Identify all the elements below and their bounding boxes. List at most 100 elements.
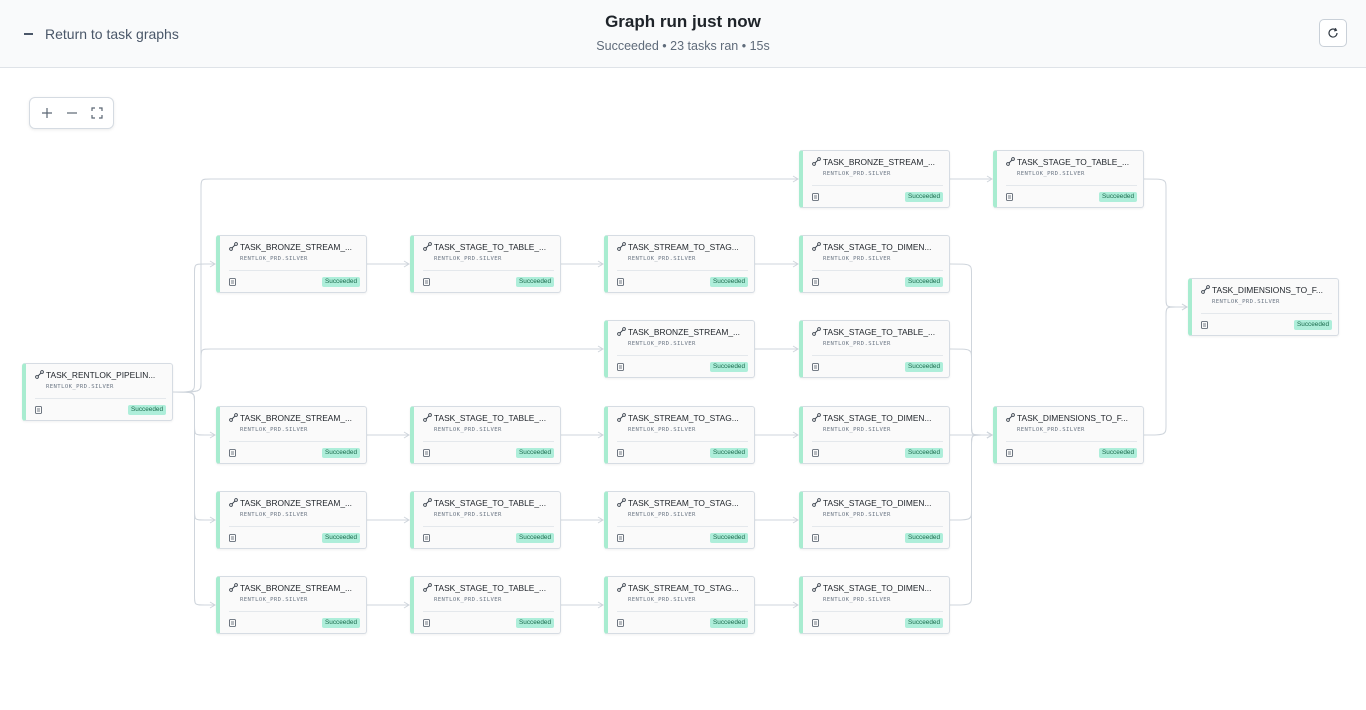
status-badge: Succeeded [322,448,360,458]
edge-line [172,391,214,436]
edge-line [1143,306,1186,436]
task-icon [35,370,44,379]
document-icon [812,534,819,542]
divider [423,441,554,442]
status-badge: Succeeded [322,533,360,543]
task-node[interactable]: TASK_STREAM_TO_STAG... RENTLOK_PRD.SILVER… [604,491,755,549]
task-node[interactable]: TASK_STAGE_TO_TABLE_... RENTLOK_PRD.SILVE… [993,150,1144,208]
document-icon [35,406,42,414]
task-schema: RENTLOK_PRD.SILVER [823,171,891,177]
document-icon [229,278,236,286]
divider [617,355,748,356]
task-node[interactable]: TASK_DIMENSIONS_TO_F... RENTLOK_PRD.SILVE… [993,406,1144,464]
task-icon [812,242,821,251]
task-icon [1201,285,1210,294]
divider [35,398,166,399]
task-node[interactable]: TASK_RENTLOK_PIPELIN... RENTLOK_PRD.SILVE… [22,363,173,421]
status-badge: Succeeded [710,362,748,372]
task-node[interactable]: TASK_BRONZE_STREAM_... RENTLOK_PRD.SILVER… [604,320,755,378]
task-schema: RENTLOK_PRD.SILVER [823,256,891,262]
status-badge: Succeeded [128,405,166,415]
task-node[interactable]: TASK_DIMENSIONS_TO_F... RENTLOK_PRD.SILVE… [1188,278,1339,336]
task-schema: RENTLOK_PRD.SILVER [240,512,308,518]
task-name: TASK_BRONZE_STREAM_... [240,498,353,508]
task-icon [812,498,821,507]
document-icon [812,449,819,457]
task-name: TASK_BRONZE_STREAM_... [628,327,741,337]
task-node[interactable]: TASK_STAGE_TO_DIMEN... RENTLOK_PRD.SILVER… [799,491,950,549]
task-node[interactable]: TASK_BRONZE_STREAM_... RENTLOK_PRD.SILVER… [216,491,367,549]
task-name: TASK_STREAM_TO_STAG... [628,583,739,593]
status-badge: Succeeded [516,533,554,543]
task-schema: RENTLOK_PRD.SILVER [240,427,308,433]
divider [229,611,360,612]
task-node[interactable]: TASK_STAGE_TO_DIMEN... RENTLOK_PRD.SILVER… [799,576,950,634]
task-name: TASK_STREAM_TO_STAG... [628,498,739,508]
task-name: TASK_STAGE_TO_DIMEN... [823,242,932,252]
divider [1006,441,1137,442]
edge-line [1143,178,1186,308]
task-name: TASK_STAGE_TO_DIMEN... [823,498,932,508]
task-schema: RENTLOK_PRD.SILVER [1017,171,1085,177]
divider [423,270,554,271]
task-node[interactable]: TASK_STREAM_TO_STAG... RENTLOK_PRD.SILVER… [604,235,755,293]
task-node[interactable]: TASK_BRONZE_STREAM_... RENTLOK_PRD.SILVER… [216,576,367,634]
status-badge: Succeeded [516,448,554,458]
task-node[interactable]: TASK_STAGE_TO_DIMEN... RENTLOK_PRD.SILVER… [799,406,950,464]
task-schema: RENTLOK_PRD.SILVER [240,256,308,262]
task-schema: RENTLOK_PRD.SILVER [628,256,696,262]
edge-line [172,263,214,393]
task-schema: RENTLOK_PRD.SILVER [46,384,114,390]
document-icon [812,619,819,627]
task-schema: RENTLOK_PRD.SILVER [628,597,696,603]
document-icon [617,278,624,286]
task-schema: RENTLOK_PRD.SILVER [628,512,696,518]
task-schema: RENTLOK_PRD.SILVER [434,512,502,518]
task-node[interactable]: TASK_STAGE_TO_TABLE_... RENTLOK_PRD.SILVE… [410,406,561,464]
status-badge: Succeeded [1294,320,1332,330]
status-badge: Succeeded [710,618,748,628]
document-icon [812,278,819,286]
task-name: TASK_BRONZE_STREAM_... [823,157,936,167]
edge-line [172,391,214,606]
task-icon [1006,413,1015,422]
task-icon [617,498,626,507]
divider [229,441,360,442]
divider [617,526,748,527]
divider [812,185,943,186]
task-node[interactable]: TASK_STREAM_TO_STAG... RENTLOK_PRD.SILVER… [604,576,755,634]
document-icon [617,534,624,542]
task-name: TASK_STAGE_TO_TABLE_... [1017,157,1130,167]
task-icon [812,327,821,336]
status-badge: Succeeded [516,618,554,628]
document-icon [423,449,430,457]
task-node[interactable]: TASK_STREAM_TO_STAG... RENTLOK_PRD.SILVER… [604,406,755,464]
task-node[interactable]: TASK_STAGE_TO_TABLE_... RENTLOK_PRD.SILVE… [799,320,950,378]
divider [812,355,943,356]
task-icon [617,583,626,592]
task-node[interactable]: TASK_STAGE_TO_DIMEN... RENTLOK_PRD.SILVER… [799,235,950,293]
task-node[interactable]: TASK_BRONZE_STREAM_... RENTLOK_PRD.SILVER… [799,150,950,208]
task-node[interactable]: TASK_STAGE_TO_TABLE_... RENTLOK_PRD.SILVE… [410,491,561,549]
document-icon [229,619,236,627]
status-badge: Succeeded [322,277,360,287]
task-node[interactable]: TASK_STAGE_TO_TABLE_... RENTLOK_PRD.SILVE… [410,235,561,293]
task-node[interactable]: TASK_STAGE_TO_TABLE_... RENTLOK_PRD.SILVE… [410,576,561,634]
task-icon [812,583,821,592]
divider [229,526,360,527]
task-name: TASK_BRONZE_STREAM_... [240,413,353,423]
divider [423,526,554,527]
task-node[interactable]: TASK_BRONZE_STREAM_... RENTLOK_PRD.SILVER… [216,406,367,464]
divider [617,611,748,612]
task-name: TASK_STAGE_TO_TABLE_... [434,242,547,252]
document-icon [1006,449,1013,457]
document-icon [1201,321,1208,329]
task-icon [1006,157,1015,166]
task-node[interactable]: TASK_BRONZE_STREAM_... RENTLOK_PRD.SILVER… [216,235,367,293]
task-name: TASK_STAGE_TO_TABLE_... [434,583,547,593]
divider [617,270,748,271]
task-name: TASK_BRONZE_STREAM_... [240,242,353,252]
document-icon [1006,193,1013,201]
divider [1006,185,1137,186]
task-name: TASK_STAGE_TO_DIMEN... [823,583,932,593]
